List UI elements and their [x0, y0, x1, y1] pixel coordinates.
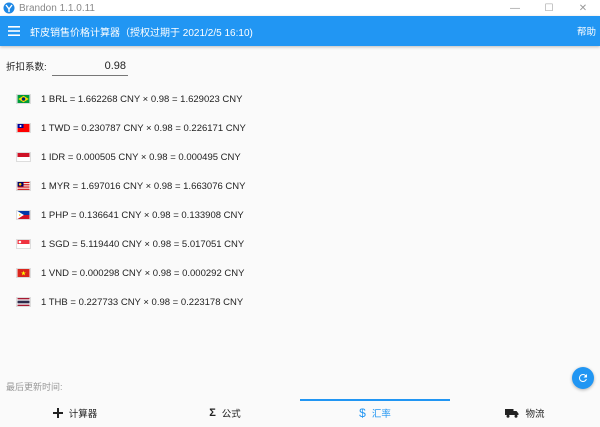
dollar-icon: $	[359, 406, 366, 420]
taiwan-flag-icon	[16, 123, 31, 133]
bottom-navigation: 计算器 Σ 公式 $ 汇率 物流	[0, 399, 600, 427]
rate-item-idr: 1 IDR = 0.000505 CNY × 0.98 = 0.000495 C…	[16, 147, 241, 167]
help-button[interactable]: 帮助	[577, 16, 596, 46]
window-title-bar: Brandon 1.1.0.11 — ☐ ✕	[0, 0, 600, 16]
rate-text: 1 TWD = 0.230787 CNY × 0.98 = 0.226171 C…	[41, 122, 246, 134]
last-update-label: 最后更新时间:	[6, 382, 63, 392]
discount-input[interactable]	[52, 56, 128, 76]
rate-text: 1 MYR = 1.697016 CNY × 0.98 = 1.663076 C…	[41, 180, 246, 192]
rate-text: 1 IDR = 0.000505 CNY × 0.98 = 0.000495 C…	[41, 151, 241, 163]
indonesia-flag-icon	[16, 152, 31, 162]
brazil-flag-icon	[16, 94, 31, 104]
tab-logistics[interactable]: 物流	[450, 399, 600, 427]
rate-item-sgd: 1 SGD = 5.119440 CNY × 0.98 = 5.017051 C…	[16, 234, 244, 254]
tab-formula[interactable]: Σ 公式	[150, 399, 300, 427]
thailand-flag-icon	[16, 297, 31, 307]
rate-text: 1 PHP = 0.136641 CNY × 0.98 = 0.133908 C…	[41, 209, 244, 221]
truck-icon	[505, 408, 519, 418]
discount-label: 折扣系数:	[6, 62, 47, 73]
sigma-icon: Σ	[209, 407, 216, 419]
singapore-flag-icon	[16, 239, 31, 249]
close-button[interactable]: ✕	[566, 0, 600, 16]
tab-calculator[interactable]: 计算器	[0, 399, 150, 427]
vietnam-flag-icon	[16, 268, 31, 278]
malaysia-flag-icon	[16, 181, 31, 191]
rate-text: 1 THB = 0.227733 CNY × 0.98 = 0.223178 C…	[41, 296, 244, 308]
rate-text: 1 VND = 0.000298 CNY × 0.98 = 0.000292 C…	[41, 267, 245, 279]
app-bar: 虾皮销售价格计算器（授权过期于 2021/2/5 16:10) 帮助	[0, 16, 600, 46]
tab-label: 公式	[221, 409, 241, 420]
page-title: 虾皮销售价格计算器（授权过期于 2021/2/5 16:10)	[30, 27, 253, 39]
philippines-flag-icon	[16, 210, 31, 220]
rate-item-vnd: 1 VND = 0.000298 CNY × 0.98 = 0.000292 C…	[16, 263, 244, 283]
rate-item-php: 1 PHP = 0.136641 CNY × 0.98 = 0.133908 C…	[16, 205, 244, 225]
rate-item-brl: 1 BRL = 1.662268 CNY × 0.98 = 1.629023 C…	[16, 89, 243, 109]
menu-icon[interactable]	[0, 16, 28, 46]
tab-exchange-rate[interactable]: $ 汇率	[300, 399, 450, 427]
rate-item-twd: 1 TWD = 0.230787 CNY × 0.98 = 0.226171 C…	[16, 118, 246, 138]
rate-item-myr: 1 MYR = 1.697016 CNY × 0.98 = 1.663076 C…	[16, 176, 245, 196]
refresh-icon	[578, 374, 587, 382]
rate-text: 1 BRL = 1.662268 CNY × 0.98 = 1.629023 C…	[41, 93, 243, 105]
refresh-button[interactable]	[572, 367, 594, 389]
tab-label: 汇率	[371, 409, 391, 420]
tab-label: 计算器	[68, 409, 98, 420]
tab-label: 物流	[525, 409, 545, 420]
app-logo-icon	[3, 2, 15, 14]
minimize-button[interactable]: —	[498, 0, 532, 16]
plus-icon	[52, 408, 63, 418]
discount-row: 折扣系数:	[6, 56, 128, 76]
rate-text: 1 SGD = 5.119440 CNY × 0.98 = 5.017051 C…	[41, 238, 245, 250]
window-title: Brandon 1.1.0.11	[19, 2, 95, 14]
rate-item-thb: 1 THB = 0.227733 CNY × 0.98 = 0.223178 C…	[16, 292, 243, 312]
maximize-button[interactable]: ☐	[532, 0, 566, 16]
